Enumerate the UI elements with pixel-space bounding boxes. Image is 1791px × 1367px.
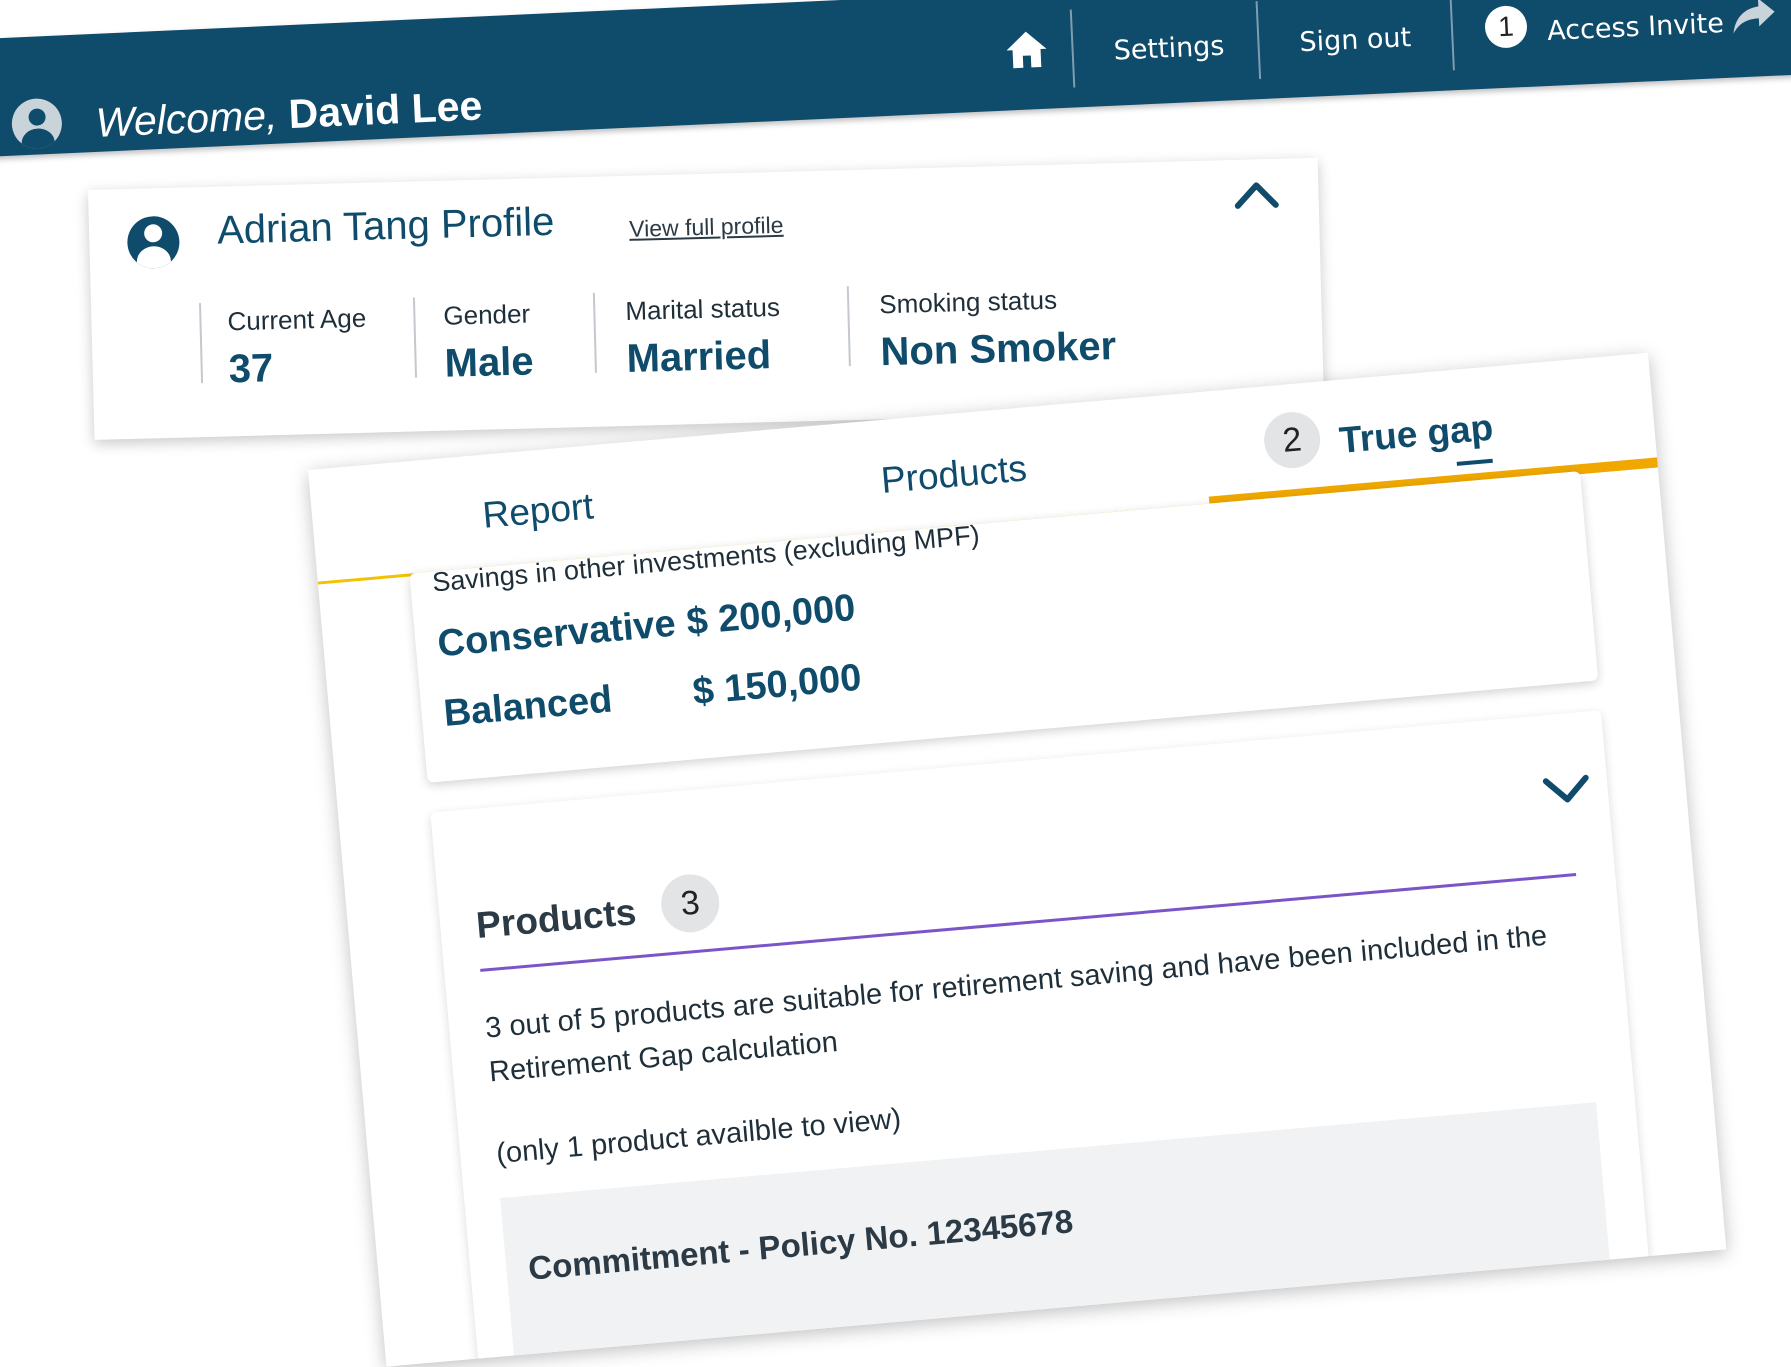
edit-icon[interactable] [1456, 458, 1493, 466]
sign-out-link[interactable]: Sign out [1299, 22, 1412, 58]
welcome-message: Welcome, David Lee [95, 82, 483, 146]
stat-label: Smoking status [878, 284, 1058, 320]
chevron-down-icon[interactable] [1541, 771, 1592, 807]
nav-divider [1069, 9, 1076, 88]
chevron-up-icon[interactable] [1233, 179, 1280, 210]
stat-label: Marital status [624, 291, 781, 326]
settings-link[interactable]: Settings [1113, 31, 1225, 67]
investment-name: Balanced [441, 678, 614, 736]
products-availability-note: (only 1 product availble to view) [494, 1102, 903, 1171]
stat-smoking-status: Smoking status Non Smoker [879, 283, 1117, 375]
stat-marital-status: Marital status Married [625, 292, 782, 382]
stat-label: Current Age [227, 302, 367, 337]
stat-value: Married [626, 333, 772, 381]
products-section-title: Products [474, 891, 638, 946]
nav-divider [1255, 1, 1262, 80]
products-card: Products 3 3 out of 5 products are suita… [430, 710, 1650, 1367]
access-invite-link[interactable]: Access Invite [1547, 8, 1725, 47]
stat-divider [592, 292, 597, 373]
user-name: David Lee [287, 82, 484, 138]
stat-value: 37 [228, 346, 274, 392]
profile-person-icon [126, 215, 181, 269]
stat-value: Male [444, 339, 535, 386]
user-avatar-icon[interactable] [10, 97, 63, 150]
nav-divider [1449, 0, 1455, 71]
investment-row: Balanced $ 150,000 [441, 657, 863, 736]
investment-name: Conservative [435, 602, 678, 666]
stat-label: Gender [443, 298, 531, 331]
welcome-prefix: Welcome, [94, 91, 279, 146]
tab-products[interactable]: Products [879, 447, 1028, 502]
products-description: 3 out of 5 products are suitable for ret… [483, 919, 1549, 1089]
top-navigation-bar: Welcome, David Lee Settings Sign out 1 A… [0, 0, 1791, 158]
stat-current-age: Current Age 37 [227, 303, 368, 393]
tab-report[interactable]: Report [481, 485, 595, 537]
stat-divider [198, 303, 204, 384]
stat-gender: Gender Male [443, 298, 534, 386]
products-section-badge: 3 [658, 871, 722, 935]
policy-title: Commitment - Policy No. 12345678 [526, 1202, 1075, 1287]
report-panel: Report Products 2 True gap Savings in ot… [308, 352, 1727, 1367]
tab-true-gap[interactable]: True gap [1338, 407, 1495, 462]
stat-divider [412, 297, 418, 378]
home-icon[interactable] [1004, 29, 1050, 71]
investment-amount: $ 150,000 [691, 656, 864, 714]
tab-true-gap-badge: 2 [1261, 409, 1323, 471]
investment-row: Conservative $ 200,000 [435, 587, 857, 667]
stat-value: Non Smoker [879, 324, 1117, 375]
share-icon[interactable] [1730, 0, 1778, 36]
access-invite-count-badge: 1 [1484, 4, 1528, 49]
view-full-profile-link[interactable]: View full profile [629, 212, 784, 243]
stat-divider [846, 286, 851, 367]
profile-title: Adrian Tang Profile [216, 199, 555, 253]
investment-amount: $ 200,000 [684, 586, 857, 644]
